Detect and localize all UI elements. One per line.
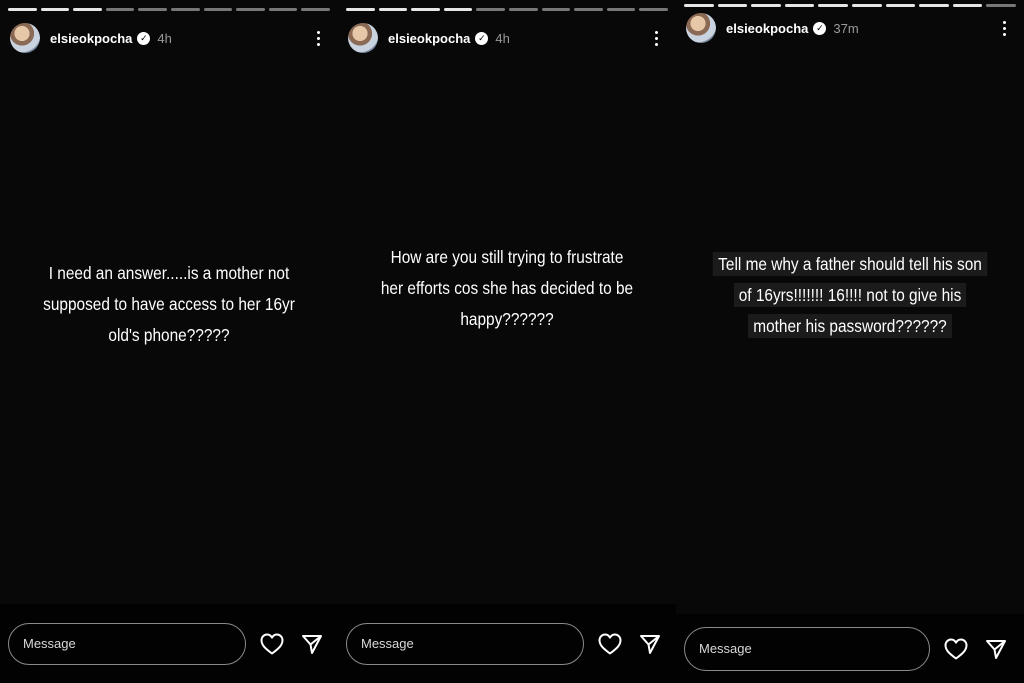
- heart-icon[interactable]: [258, 630, 286, 658]
- verified-badge-icon: ✓: [475, 31, 489, 45]
- progress-segment: [411, 8, 440, 11]
- progress-segment: [378, 8, 408, 11]
- post-time: 37m: [833, 20, 859, 36]
- progress-segment: [606, 8, 636, 11]
- story-progress-bar: [8, 8, 330, 11]
- post-time: 4h: [157, 30, 172, 46]
- more-options-icon[interactable]: [310, 28, 326, 48]
- progress-segment: [346, 8, 375, 11]
- caption-line: her efforts cos she has decided to be: [380, 278, 634, 298]
- story-content[interactable]: elsieokpocha ✓ 4h How are you still tryi…: [338, 0, 676, 604]
- story-footer: [338, 604, 676, 683]
- progress-segment: [105, 8, 135, 11]
- progress-segment: [138, 8, 167, 11]
- progress-segment: [751, 4, 781, 7]
- caption-line: supposed to have access to her 16yr: [43, 294, 295, 314]
- progress-segment: [818, 4, 848, 7]
- story-footer: [676, 614, 1024, 683]
- caption-line: mother his password??????: [747, 314, 953, 338]
- progress-segment: [301, 8, 330, 11]
- caption-line: Tell me why a father should tell his son: [712, 252, 988, 276]
- progress-segment: [73, 8, 102, 11]
- story-footer: [0, 604, 338, 683]
- story-header: elsieokpocha ✓ 37m: [686, 12, 1014, 44]
- username[interactable]: elsieokpocha: [50, 31, 132, 46]
- caption-line: happy??????: [460, 309, 554, 329]
- progress-segment: [170, 8, 200, 11]
- story-progress-bar: [346, 8, 668, 11]
- story-panel-2[interactable]: elsieokpocha ✓ 4h How are you still tryi…: [338, 0, 676, 683]
- post-time: 4h: [495, 30, 510, 46]
- progress-segment: [784, 4, 815, 7]
- story-progress-bar: [684, 4, 1016, 7]
- message-input[interactable]: [8, 622, 246, 665]
- progress-segment: [851, 4, 882, 7]
- more-options-icon[interactable]: [648, 28, 664, 48]
- verified-badge-icon: ✓: [137, 31, 151, 45]
- progress-segment: [508, 8, 538, 11]
- heart-icon[interactable]: [596, 630, 624, 658]
- progress-segment: [885, 4, 916, 7]
- story-content[interactable]: elsieokpocha ✓ 4h I need an answer.....i…: [0, 0, 338, 604]
- username[interactable]: elsieokpocha: [388, 31, 470, 46]
- send-icon[interactable]: [636, 630, 664, 658]
- caption-line: How are you still trying to frustrate: [390, 247, 624, 267]
- story-collage: elsieokpocha ✓ 4h I need an answer.....i…: [0, 0, 1024, 683]
- story-caption: Tell me why a father should tell his son…: [697, 249, 1003, 342]
- avatar[interactable]: [348, 23, 378, 53]
- progress-segment: [8, 8, 37, 11]
- progress-segment: [684, 4, 714, 7]
- progress-segment: [952, 4, 983, 7]
- message-input[interactable]: [684, 626, 930, 671]
- avatar[interactable]: [686, 13, 716, 43]
- progress-segment: [476, 8, 505, 11]
- username[interactable]: elsieokpocha: [726, 21, 808, 36]
- message-input[interactable]: [346, 622, 584, 665]
- caption-line: of 16yrs!!!!!!! 16!!!! not to give his: [733, 283, 967, 307]
- more-options-icon[interactable]: [996, 18, 1012, 38]
- avatar[interactable]: [10, 23, 40, 53]
- progress-segment: [919, 4, 949, 7]
- progress-segment: [639, 8, 668, 11]
- caption-line: old's phone?????: [108, 325, 230, 345]
- progress-segment: [236, 8, 265, 11]
- heart-icon[interactable]: [942, 635, 970, 663]
- progress-segment: [40, 8, 70, 11]
- progress-segment: [203, 8, 233, 11]
- story-panel-3[interactable]: elsieokpocha ✓ 37m Tell me why a father …: [676, 0, 1024, 683]
- progress-segment: [268, 8, 298, 11]
- story-caption: I need an answer.....is a mother not sup…: [29, 258, 309, 351]
- story-panel-1[interactable]: elsieokpocha ✓ 4h I need an answer.....i…: [0, 0, 338, 683]
- progress-segment: [574, 8, 603, 11]
- progress-segment: [541, 8, 571, 11]
- progress-segment: [717, 4, 748, 7]
- story-content[interactable]: elsieokpocha ✓ 37m Tell me why a father …: [676, 0, 1024, 614]
- verified-badge-icon: ✓: [813, 21, 827, 35]
- story-header: elsieokpocha ✓ 4h: [348, 22, 666, 54]
- send-icon[interactable]: [298, 630, 326, 658]
- progress-segment: [443, 8, 473, 11]
- story-header: elsieokpocha ✓ 4h: [10, 22, 328, 54]
- story-caption: How are you still trying to frustrate he…: [360, 242, 654, 335]
- send-icon[interactable]: [982, 635, 1010, 663]
- caption-line: I need an answer.....is a mother not: [48, 263, 290, 283]
- progress-segment: [986, 4, 1016, 7]
